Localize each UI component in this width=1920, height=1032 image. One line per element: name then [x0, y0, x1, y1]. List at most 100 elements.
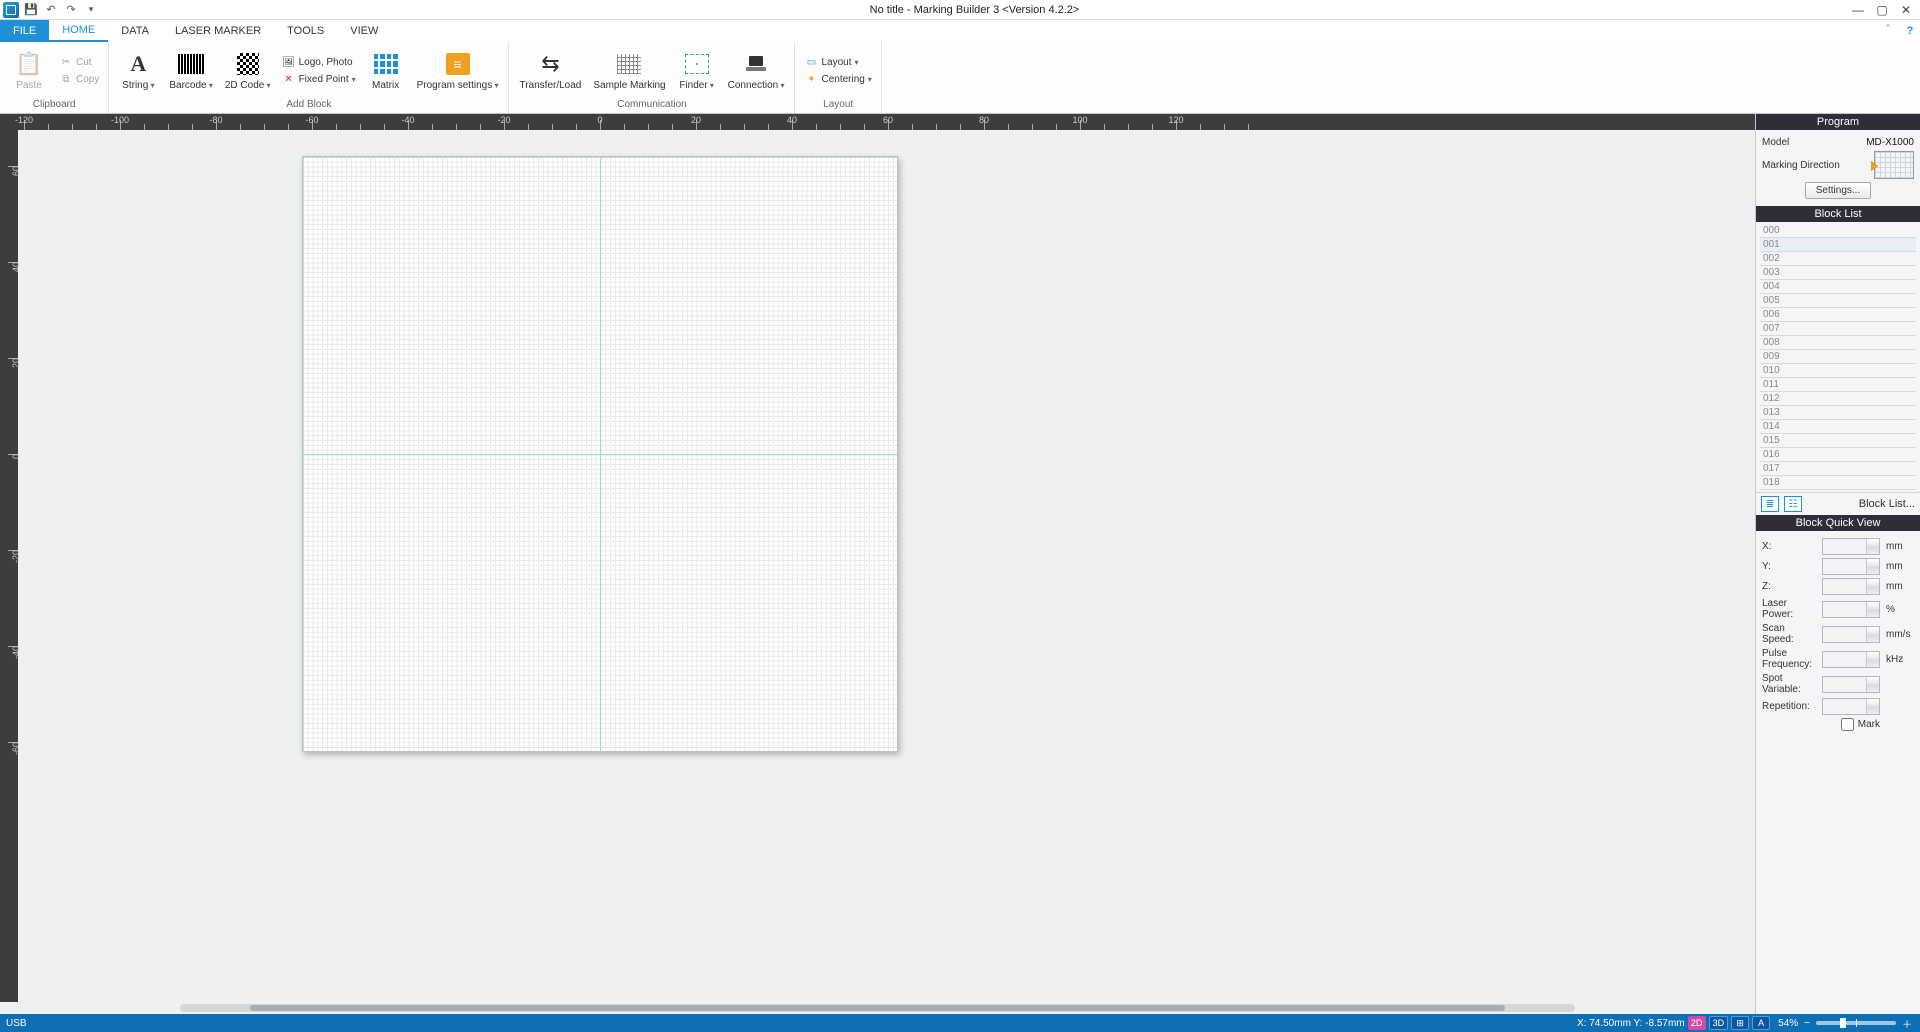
block-list-link[interactable]: Block List... — [1859, 498, 1915, 510]
group-communication: Transfer/Load Sample Marking Finder Conn… — [509, 42, 795, 113]
fixed-point-button[interactable]: ✕Fixed Point — [279, 71, 359, 87]
logo-photo-button[interactable]: 🖼Logo, Photo — [279, 54, 359, 70]
block-list-item[interactable]: 005 — [1760, 294, 1916, 308]
block-list-item[interactable]: 007 — [1760, 322, 1916, 336]
2d-code-button[interactable]: 2D Code — [221, 48, 275, 93]
zoom-thumb[interactable] — [1840, 1018, 1846, 1028]
status-2d-badge[interactable]: 2D — [1688, 1016, 1706, 1030]
string-button[interactable]: A String — [115, 48, 161, 93]
block-list-item[interactable]: 008 — [1760, 336, 1916, 350]
block-list-view2-icon[interactable]: ☷ — [1784, 496, 1802, 512]
close-button[interactable]: ✕ — [1898, 2, 1914, 18]
qat-undo-icon[interactable]: ↶ — [43, 2, 59, 18]
tab-home[interactable]: HOME — [49, 20, 108, 42]
zoom-out-icon[interactable]: − — [1804, 1018, 1810, 1029]
block-list-item[interactable]: 003 — [1760, 266, 1916, 280]
status-bar: USB X: 74.50mm Y: -8.57mm 2D 3D ⊞ A 54% … — [0, 1014, 1920, 1032]
fixed-point-icon: ✕ — [282, 72, 296, 86]
marking-direction-label: Marking Direction — [1762, 160, 1840, 171]
block-list-item[interactable]: 001 — [1760, 238, 1916, 252]
logo-photo-icon: 🖼 — [282, 55, 296, 69]
finder-button[interactable]: Finder — [674, 48, 720, 93]
zoom-value: 54% — [1778, 1018, 1798, 1029]
canvas-area: -120-100-80-60-40-20020406080100120 6040… — [0, 114, 1755, 1014]
qv-unit: mm/s — [1886, 629, 1914, 640]
block-list-item[interactable]: 002 — [1760, 252, 1916, 266]
qv-input[interactable] — [1822, 698, 1880, 715]
block-list-item[interactable]: 011 — [1760, 378, 1916, 392]
transfer-load-button[interactable]: Transfer/Load — [515, 48, 585, 93]
qv-input[interactable] — [1822, 538, 1880, 555]
block-list-item[interactable]: 016 — [1760, 448, 1916, 462]
qv-input[interactable] — [1822, 558, 1880, 575]
qv-unit: mm — [1886, 581, 1914, 592]
block-list-item[interactable]: 014 — [1760, 420, 1916, 434]
tab-laser-marker[interactable]: LASER MARKER — [162, 20, 274, 42]
tab-view[interactable]: VIEW — [337, 20, 391, 42]
minimize-button[interactable]: — — [1850, 2, 1866, 18]
block-list-item[interactable]: 013 — [1760, 406, 1916, 420]
qv-input[interactable] — [1822, 651, 1880, 668]
block-list-view1-icon[interactable]: ≣ — [1761, 496, 1779, 512]
transfer-icon — [536, 50, 564, 78]
help-icon[interactable]: ? — [1900, 20, 1920, 42]
qv-input[interactable] — [1822, 601, 1880, 618]
barcode-button[interactable]: Barcode — [165, 48, 217, 93]
canvas-stage[interactable] — [18, 130, 1755, 1002]
ruler-h-label: -120 — [15, 115, 33, 125]
tab-file[interactable]: FILE — [0, 20, 49, 42]
qv-input[interactable] — [1822, 626, 1880, 643]
cut-icon: ✂ — [59, 55, 73, 69]
qat-customize-icon[interactable]: ▾ — [83, 2, 99, 18]
centering-icon: ✦ — [804, 72, 818, 86]
model-label: Model — [1762, 137, 1789, 148]
horizontal-scrollbar[interactable] — [180, 1004, 1575, 1012]
zoom-slider[interactable] — [1816, 1021, 1896, 1025]
block-list-item[interactable]: 006 — [1760, 308, 1916, 322]
connection-button[interactable]: Connection — [724, 48, 789, 93]
block-list-item[interactable]: 004 — [1760, 280, 1916, 294]
block-list-item[interactable]: 017 — [1760, 462, 1916, 476]
program-settings-button[interactable]: Program settings — [413, 48, 503, 93]
layout-icon: ▭ — [804, 55, 818, 69]
ribbon: 📋 Paste ✂Cut ⧉Copy Clipboard A String Ba… — [0, 42, 1920, 114]
qv-label: Z: — [1762, 581, 1816, 592]
zoom-in-icon[interactable]: ＋ — [1902, 1016, 1912, 1031]
status-grid-badge[interactable]: ⊞ — [1731, 1016, 1749, 1030]
cut-button[interactable]: ✂Cut — [56, 54, 102, 70]
block-list-item[interactable]: 010 — [1760, 364, 1916, 378]
centering-button[interactable]: ✦Centering — [801, 71, 874, 87]
copy-button[interactable]: ⧉Copy — [56, 71, 102, 87]
tab-tools[interactable]: TOOLS — [274, 20, 337, 42]
qv-input[interactable] — [1822, 578, 1880, 595]
block-list-item[interactable]: 000 — [1760, 224, 1916, 238]
status-text-badge[interactable]: A — [1752, 1016, 1770, 1030]
title-bar: 💾 ↶ ↷ ▾ No title - Marking Builder 3 <Ve… — [0, 0, 1920, 20]
status-3d-badge[interactable]: 3D — [1709, 1016, 1729, 1030]
paste-button[interactable]: 📋 Paste — [6, 48, 52, 93]
block-list-item[interactable]: 009 — [1760, 350, 1916, 364]
qat-save-icon[interactable]: 💾 — [23, 2, 39, 18]
marking-sheet[interactable] — [302, 156, 897, 751]
group-label: Layout — [795, 99, 880, 113]
qv-input[interactable] — [1822, 676, 1880, 693]
program-settings-button[interactable]: Settings... — [1805, 182, 1871, 199]
block-list-item[interactable]: 012 — [1760, 392, 1916, 406]
tab-data[interactable]: DATA — [108, 20, 162, 42]
ribbon-tabs: FILE HOME DATA LASER MARKER TOOLS VIEW ＾… — [0, 20, 1920, 42]
layout-button[interactable]: ▭Layout — [801, 54, 874, 70]
matrix-button[interactable]: Matrix — [363, 48, 409, 93]
model-value: MD-X1000 — [1866, 137, 1914, 148]
group-add-block: A String Barcode 2D Code 🖼Logo, Photo ✕F… — [109, 42, 509, 113]
window-controls: — ▢ ✕ — [1850, 2, 1920, 18]
maximize-button[interactable]: ▢ — [1874, 2, 1890, 18]
sample-marking-button[interactable]: Sample Marking — [589, 48, 669, 93]
qv-label: Pulse Frequency: — [1762, 648, 1816, 670]
qat-redo-icon[interactable]: ↷ — [63, 2, 79, 18]
block-list-item[interactable]: 015 — [1760, 434, 1916, 448]
mark-checkbox[interactable] — [1841, 718, 1854, 731]
block-quick-view-header: Block Quick View — [1756, 515, 1920, 531]
scroll-thumb[interactable] — [250, 1005, 1506, 1011]
block-list-item[interactable]: 018 — [1760, 476, 1916, 490]
ribbon-collapse-icon[interactable]: ＾ — [1876, 20, 1900, 42]
